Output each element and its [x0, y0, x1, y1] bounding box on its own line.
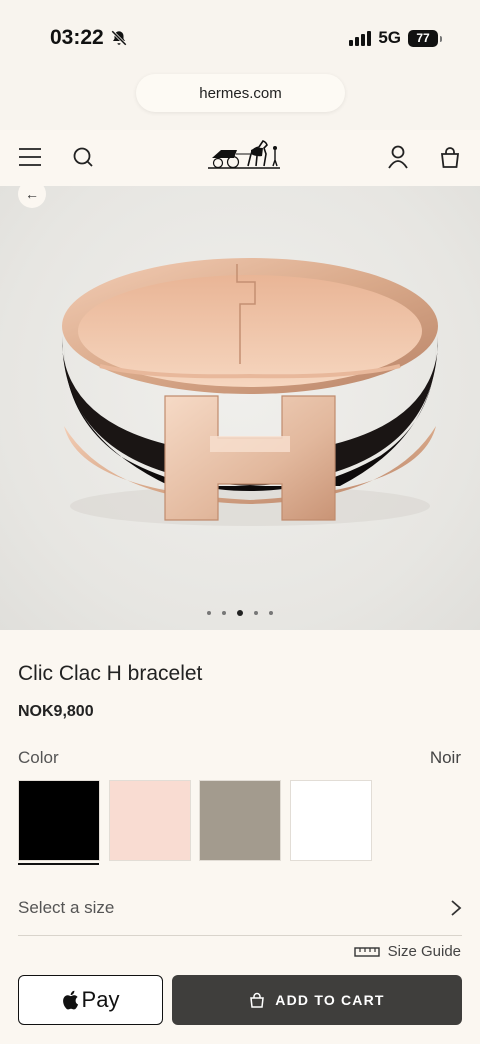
selected-color-value: Noir: [429, 748, 461, 767]
pagination-dot[interactable]: [222, 611, 226, 615]
url-text: hermes.com: [199, 84, 282, 102]
status-time-group: 03:22: [50, 26, 128, 50]
signal-icon: [349, 30, 372, 46]
size-guide-label: Size Guide: [387, 943, 461, 960]
network-type: 5G: [378, 28, 401, 47]
selected-swatch-indicator: [18, 863, 99, 865]
size-selector[interactable]: Select a size: [18, 880, 462, 936]
shopping-bag-icon: [250, 992, 265, 1008]
chevron-right-icon: [451, 899, 462, 916]
search-icon[interactable]: [70, 144, 96, 170]
menu-icon[interactable]: [17, 144, 43, 170]
purchase-actions-bar: Pay ADD TO CART: [0, 962, 480, 1044]
color-swatch-rose[interactable]: [109, 780, 191, 861]
hermes-carriage-logo[interactable]: [206, 136, 282, 174]
size-selector-label: Select a size: [18, 897, 115, 917]
apple-pay-button[interactable]: Pay: [18, 975, 163, 1025]
status-time: 03:22: [50, 26, 104, 49]
browser-url-area: hermes.com: [0, 72, 480, 130]
product-price: NOK9,800: [18, 703, 94, 720]
battery-level: 77: [416, 31, 430, 45]
pagination-dot[interactable]: [269, 611, 273, 615]
shopping-bag-icon[interactable]: [437, 144, 463, 170]
apple-pay-label: Pay: [81, 987, 120, 1012]
product-title: Clic Clac H bracelet: [18, 662, 203, 685]
add-to-cart-label: ADD TO CART: [275, 992, 385, 1008]
pagination-dot[interactable]: [207, 611, 211, 615]
site-header: [0, 130, 480, 186]
bell-muted-icon: [110, 30, 127, 46]
bracelet-image: [62, 258, 438, 526]
pagination-dot-active[interactable]: [237, 610, 243, 616]
product-image-gallery[interactable]: ←: [0, 186, 480, 630]
color-swatch-taupe[interactable]: [199, 780, 281, 861]
color-label: Color: [18, 748, 59, 767]
status-bar: 03:22 5G 77: [0, 0, 480, 72]
battery-icon: 77: [408, 29, 442, 47]
status-indicators: 5G 77: [349, 28, 442, 48]
pagination-dot[interactable]: [254, 611, 258, 615]
color-swatch-noir[interactable]: [18, 780, 100, 861]
color-swatch-blanc[interactable]: [290, 780, 372, 861]
add-to-cart-button[interactable]: ADD TO CART: [172, 975, 462, 1025]
gallery-pagination: [0, 610, 480, 616]
size-guide-link[interactable]: Size Guide: [353, 943, 461, 960]
ruler-icon: [353, 946, 380, 957]
apple-icon: [62, 990, 78, 1010]
url-bar[interactable]: hermes.com: [136, 74, 345, 112]
user-icon[interactable]: [385, 144, 411, 170]
